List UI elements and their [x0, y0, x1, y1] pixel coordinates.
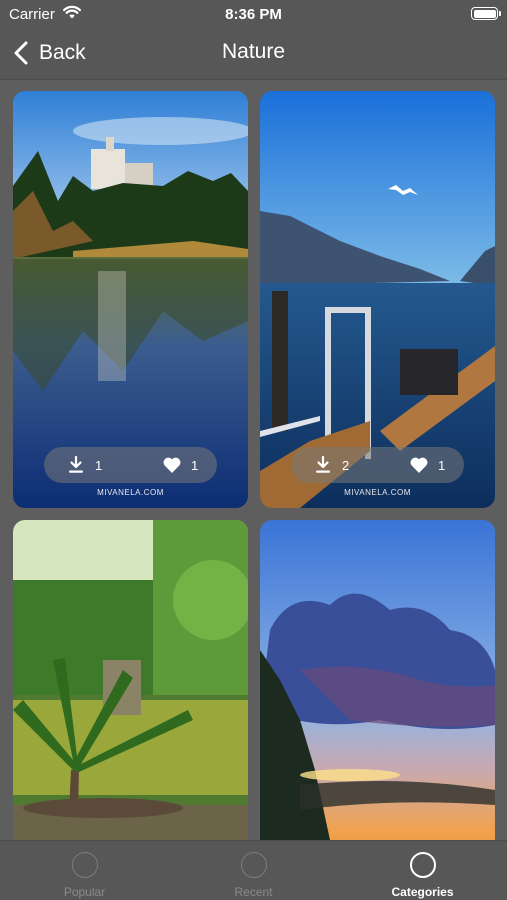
- like-count: 1: [438, 457, 446, 473]
- sunset-sky-photo: [260, 520, 495, 840]
- download-button[interactable]: 2: [313, 447, 349, 483]
- photo-stats-bar: 1 1: [44, 447, 217, 483]
- download-count: 2: [342, 457, 350, 473]
- photo-card[interactable]: 2 1 MIVANELA.COM: [260, 91, 495, 508]
- tab-label: Popular: [63, 885, 106, 899]
- tab-label: Recent: [234, 885, 273, 899]
- circle-icon: [72, 852, 98, 878]
- download-icon: [69, 455, 83, 473]
- battery-icon: [471, 7, 501, 20]
- tab-bar: Popular Recent Categories: [0, 840, 507, 900]
- like-button[interactable]: 1: [162, 447, 198, 483]
- photo-grid[interactable]: 1 1 MIVANELA.COM 2 1 MIVANELA.COM: [0, 80, 507, 840]
- page-title: Nature: [221, 40, 286, 63]
- photo-card[interactable]: 1 1 MIVANELA.COM: [13, 91, 248, 508]
- navigation-bar: Back Nature: [0, 28, 507, 80]
- tropical-garden-photo: [13, 520, 248, 840]
- tab-recent[interactable]: Recent: [169, 841, 338, 900]
- circle-icon: [410, 852, 436, 878]
- download-icon: [316, 455, 330, 473]
- lake-pier-photo: [260, 91, 495, 508]
- download-button[interactable]: 1: [66, 447, 102, 483]
- like-button[interactable]: 1: [409, 447, 445, 483]
- photo-stats-bar: 2 1: [291, 447, 464, 483]
- clock: 8:36 PM: [225, 6, 282, 23]
- photo-card[interactable]: [13, 520, 248, 840]
- lake-castle-photo: [13, 91, 248, 508]
- photo-card[interactable]: [260, 520, 495, 840]
- photo-credit: MIVANELA.COM: [97, 488, 164, 497]
- tab-label: Categories: [391, 885, 454, 899]
- download-count: 1: [95, 457, 103, 473]
- heart-icon: [410, 457, 428, 473]
- photo-credit: MIVANELA.COM: [344, 488, 411, 497]
- circle-icon: [241, 852, 267, 878]
- tab-categories[interactable]: Categories: [338, 841, 507, 900]
- status-bar: Carrier 8:36 PM: [0, 0, 507, 28]
- heart-icon: [163, 457, 181, 473]
- like-count: 1: [191, 457, 199, 473]
- tab-popular[interactable]: Popular: [0, 841, 169, 900]
